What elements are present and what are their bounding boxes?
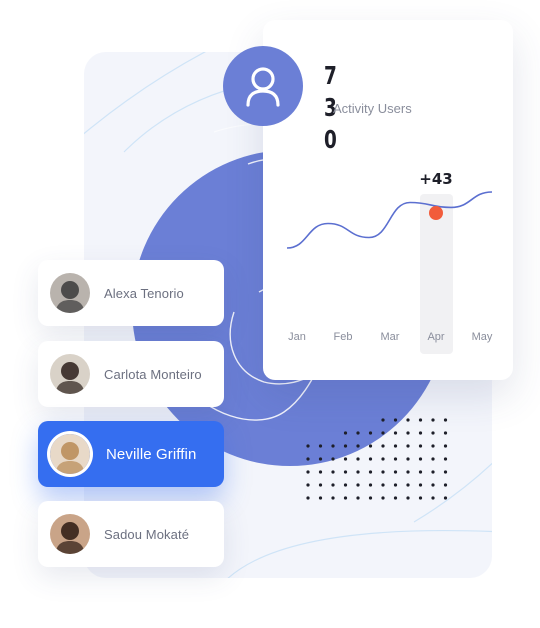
highlight-marker (429, 206, 443, 220)
month-label: Apr (427, 331, 444, 343)
user-badge (223, 46, 303, 126)
month-label: May (472, 331, 493, 343)
series-line (286, 191, 493, 249)
month-label: Feb (334, 331, 353, 343)
user-icon (246, 67, 280, 107)
delta-label: +43 (419, 170, 452, 188)
month-labels: Jan Feb Mar Apr May (288, 331, 493, 343)
stat-label: Activity Users (333, 101, 412, 116)
page: Alexa Tenorio Carlota Monteiro Neville Gri… (0, 0, 540, 628)
month-label: Jan (288, 331, 306, 343)
month-label: Mar (381, 331, 400, 343)
